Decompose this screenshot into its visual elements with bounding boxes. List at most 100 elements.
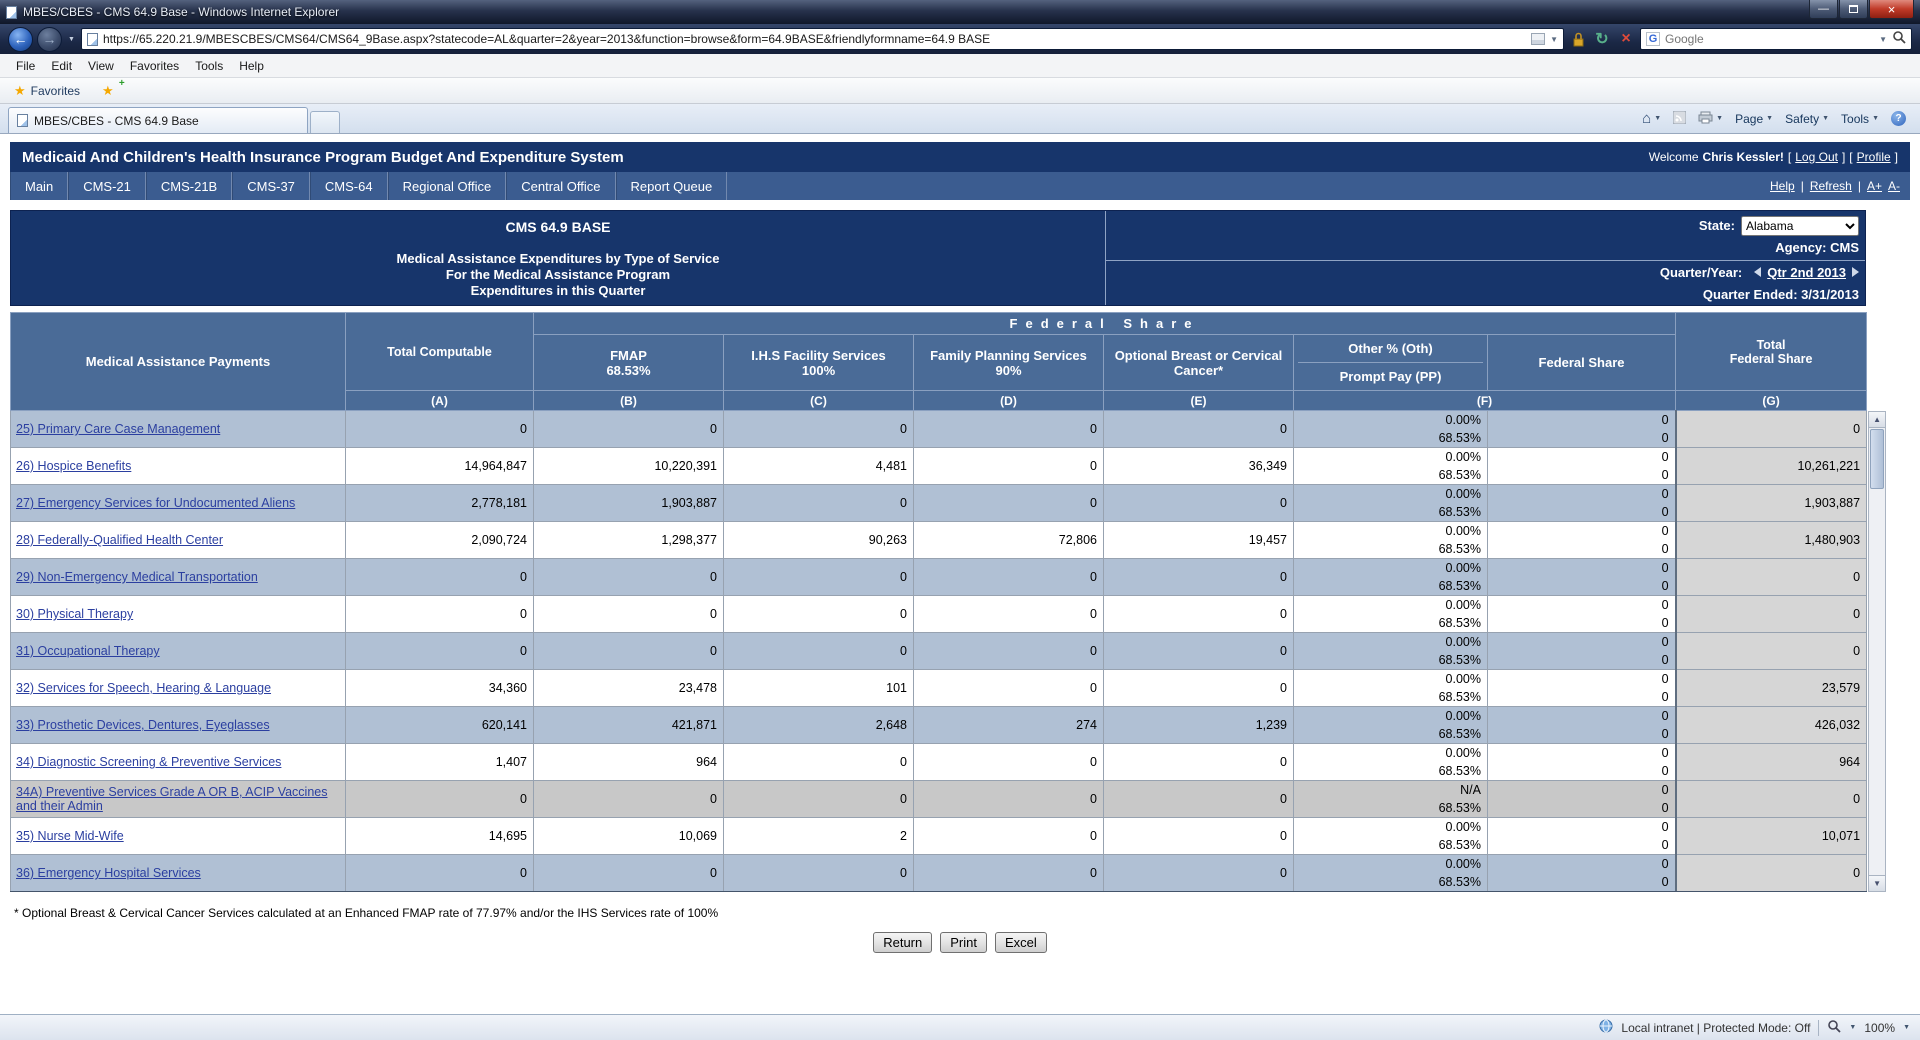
menu-edit[interactable]: Edit [43, 54, 80, 78]
url-input[interactable] [102, 32, 1527, 46]
nav-tab-cms-21[interactable]: CMS-21 [68, 172, 146, 200]
cell-a: 14,964,847 [345, 447, 534, 485]
cell-b: 0 [533, 854, 724, 891]
payment-link[interactable]: 34) Diagnostic Screening & Preventive Se… [16, 755, 281, 769]
home-button[interactable]: ⌂ ▼ [1642, 111, 1661, 126]
page-dropdown-icon: ▼ [1766, 115, 1774, 122]
col-letter-d: (D) [913, 390, 1104, 411]
payment-link[interactable]: 36) Emergency Hospital Services [16, 866, 201, 880]
cell-b: 0 [533, 410, 724, 448]
prompt-pay-value: 68.53% [1438, 838, 1481, 852]
minimize-button[interactable]: — [1809, 0, 1838, 19]
scrollbar-up-button[interactable]: ▲ [1869, 412, 1886, 428]
cell-g-total-federal-share: 0 [1674, 410, 1868, 448]
nav-tab-regional-office[interactable]: Regional Office [387, 172, 507, 200]
print-button[interactable]: ▼ [1698, 111, 1723, 127]
scrollbar-track[interactable] [1869, 490, 1885, 875]
app-title: Medicaid And Children's Health Insurance… [22, 148, 624, 166]
payment-link[interactable]: 30) Physical Therapy [16, 607, 133, 621]
previous-quarter-icon[interactable] [1754, 267, 1762, 278]
other-pct-value: 0.00% [1445, 672, 1481, 686]
zoom-icon-dropdown[interactable]: ▼ [1849, 1024, 1856, 1031]
state-select[interactable]: Alabama [1741, 215, 1859, 236]
print-button[interactable]: Print [940, 932, 987, 953]
logout-link[interactable]: Log Out [1795, 150, 1838, 164]
menu-favorites[interactable]: Favorites [122, 54, 187, 78]
payment-link[interactable]: 32) Services for Speech, Hearing & Langu… [16, 681, 271, 695]
search-box[interactable]: G ▼ [1640, 28, 1912, 50]
nav-tab-report-queue[interactable]: Report Queue [615, 172, 728, 200]
refresh-link[interactable]: Refresh [1810, 179, 1852, 193]
search-input[interactable] [1665, 32, 1875, 46]
address-field[interactable]: ▼ [80, 28, 1564, 50]
menu-file[interactable]: File [8, 54, 43, 78]
col-header-total-computable: Total Computable [345, 312, 534, 391]
federal-share-value: 0 [1661, 413, 1669, 427]
maximize-button[interactable] [1839, 0, 1868, 19]
search-magnifier-icon[interactable] [1892, 30, 1906, 49]
zoom-dropdown-icon[interactable]: ▼ [1903, 1024, 1910, 1031]
quarter-ended-label: Quarter Ended: 3/31/2013 [1702, 287, 1859, 303]
cell-c: 90,263 [723, 521, 914, 559]
excel-button[interactable]: Excel [994, 932, 1047, 953]
history-dropdown-icon[interactable]: ▼ [66, 36, 77, 43]
zoom-level[interactable]: 100% [1864, 1021, 1895, 1035]
add-favorite-button[interactable]: ★ + [96, 78, 125, 99]
next-quarter-icon[interactable] [1852, 267, 1859, 278]
back-button[interactable]: ← [8, 26, 33, 52]
nav-tab-cms-21b[interactable]: CMS-21B [145, 172, 233, 200]
table-row: 33) Prosthetic Devices, Dentures, Eyegla… [10, 706, 1868, 744]
payment-link[interactable]: 26) Hospice Benefits [16, 459, 131, 473]
compatibility-view-icon[interactable] [1531, 33, 1546, 45]
search-dropdown-icon[interactable]: ▼ [1879, 35, 1887, 44]
payment-link[interactable]: 33) Prosthetic Devices, Dentures, Eyegla… [16, 718, 270, 732]
menu-view[interactable]: View [80, 54, 122, 78]
payment-link[interactable]: 29) Non-Emergency Medical Transportation [16, 570, 258, 584]
payment-link[interactable]: 31) Occupational Therapy [16, 644, 160, 658]
nav-tab-main[interactable]: Main [10, 172, 69, 200]
forward-button[interactable]: → [37, 26, 62, 52]
favorites-button[interactable]: ★ Favorites [8, 82, 86, 100]
quarter-link[interactable]: Qtr 2nd 2013 [1767, 265, 1846, 280]
menu-help[interactable]: Help [231, 54, 272, 78]
menu-tools[interactable]: Tools [187, 54, 231, 78]
cell-d: 0 [913, 817, 1104, 855]
refresh-button[interactable]: ↻ [1592, 28, 1612, 50]
tools-menu-button[interactable]: Tools ▼ [1841, 112, 1879, 126]
font-increase-link[interactable]: A+ [1867, 179, 1882, 193]
scrollbar-thumb[interactable] [1870, 429, 1885, 489]
col-header-other-prompt-pay: Other % (Oth) Prompt Pay (PP) [1293, 334, 1488, 391]
help-button[interactable]: ? [1891, 111, 1906, 126]
return-button[interactable]: Return [873, 932, 933, 953]
form-header: CMS 64.9 BASE Medical Assistance Expendi… [10, 210, 1866, 306]
payment-link[interactable]: 27) Emergency Services for Undocumented … [16, 496, 295, 510]
close-button[interactable]: × [1869, 0, 1914, 19]
payment-link[interactable]: 34A) Preventive Services Grade A OR B, A… [16, 785, 328, 813]
cell-g-total-federal-share: 964 [1674, 743, 1868, 781]
address-dropdown-icon[interactable]: ▼ [1550, 35, 1558, 44]
nav-tab-cms-64[interactable]: CMS-64 [309, 172, 388, 200]
safety-menu-button[interactable]: Safety ▼ [1785, 112, 1829, 126]
cell-b: 0 [534, 892, 724, 893]
payment-link[interactable]: 25) Primary Care Case Management [16, 422, 220, 436]
table-row: 32) Services for Speech, Hearing & Langu… [10, 669, 1868, 707]
browser-tab[interactable]: MBES/CBES - CMS 64.9 Base [8, 107, 308, 133]
help-link[interactable]: Help [1770, 179, 1795, 193]
vertical-scrollbar[interactable]: ▲ ▼ [1868, 411, 1887, 892]
federal-share-value: 0 [1661, 875, 1669, 889]
payment-link[interactable]: 28) Federally-Qualified Health Center [16, 533, 223, 547]
font-decrease-link[interactable]: A- [1888, 179, 1900, 193]
profile-link[interactable]: Profile [1857, 150, 1891, 164]
scrollbar-down-button[interactable]: ▼ [1869, 875, 1886, 891]
stop-button[interactable]: × [1616, 28, 1636, 50]
payment-link[interactable]: 35) Nurse Mid-Wife [16, 829, 124, 843]
page-menu-button[interactable]: Page ▼ [1735, 112, 1773, 126]
new-tab-button[interactable] [310, 111, 340, 133]
zoom-magnifier-icon[interactable] [1827, 1019, 1842, 1036]
other-pct-value: 0.00% [1445, 709, 1481, 723]
page-icon [86, 32, 98, 46]
nav-tab-central-office[interactable]: Central Office [506, 172, 616, 200]
other-pct-value: 0.00% [1445, 524, 1481, 538]
nav-tab-cms-37[interactable]: CMS-37 [232, 172, 310, 200]
feeds-button[interactable] [1672, 110, 1687, 127]
